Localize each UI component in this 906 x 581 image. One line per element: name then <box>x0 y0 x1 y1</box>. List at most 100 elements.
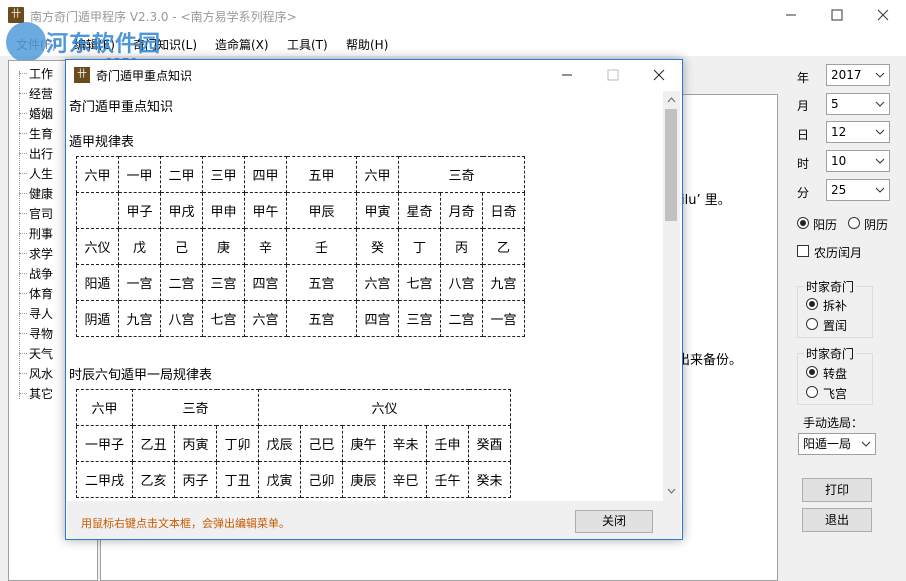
table-cell: 八宫 <box>160 300 203 337</box>
table-cell: 阳遁 <box>76 264 119 301</box>
solar-calendar-radio[interactable] <box>797 217 809 229</box>
day-select[interactable]: 12 <box>826 121 890 143</box>
leap-month-label: 农历闰月 <box>814 246 863 260</box>
chaibu-radio[interactable] <box>806 298 818 310</box>
table-cell: 四宫 <box>244 264 287 301</box>
dialog-text-area[interactable]: 奇门遁甲重点知识 遁甲规律表 六甲 一甲 二甲 三甲 四甲 五甲 六甲 三奇 甲… <box>67 91 664 501</box>
sidebar-item[interactable]: 风水 <box>19 363 53 383</box>
maximize-button[interactable] <box>814 0 860 30</box>
close-window-button[interactable] <box>860 0 906 30</box>
sidebar-item[interactable]: 刑事 <box>19 223 53 243</box>
maximize-icon <box>831 9 843 21</box>
table-cell: 四宫 <box>356 300 399 337</box>
sidebar-item[interactable]: 寻物 <box>19 323 53 343</box>
tree-connector <box>19 272 27 274</box>
menu-tools[interactable]: 工具(T) <box>287 36 328 53</box>
year-value: 2017 <box>831 68 862 82</box>
tree-connector <box>19 372 27 374</box>
print-button[interactable]: 打印 <box>802 478 872 502</box>
chevron-down-icon <box>875 158 885 164</box>
section-title: 时辰六旬遁甲一局规律表 <box>69 368 213 383</box>
table-cell: 丙寅 <box>174 425 217 462</box>
table-cell: 庚 <box>202 228 245 265</box>
sidebar-item-label: 官司 <box>29 206 54 221</box>
feigong-label: 飞宫 <box>823 387 848 401</box>
table-cell: 三奇 <box>132 389 259 426</box>
minute-select[interactable]: 25 <box>826 179 890 201</box>
scroll-down-icon[interactable] <box>667 487 676 496</box>
table-cell: 三甲 <box>202 156 245 193</box>
chaibu-label: 拆补 <box>823 299 848 313</box>
menu-zaoming[interactable]: 造命篇(X) <box>215 36 269 53</box>
exit-button[interactable]: 退出 <box>802 508 872 532</box>
sidebar-item[interactable]: 战争 <box>19 263 53 283</box>
menu-edit[interactable]: 编辑(E) <box>74 36 115 53</box>
dialog-maximize-button[interactable] <box>590 60 636 90</box>
table-row: 六甲 三奇 六仪 <box>76 389 511 426</box>
table-cell: 辛未 <box>384 425 427 462</box>
tree-connector <box>19 392 27 394</box>
zhirun-radio[interactable] <box>806 318 818 330</box>
table-cell: 甲申 <box>202 192 245 229</box>
sidebar-item[interactable]: 体育 <box>19 283 53 303</box>
year-label: 年 <box>797 71 810 85</box>
sidebar-item[interactable]: 生育 <box>19 123 53 143</box>
sidebar-item[interactable]: 出行 <box>19 143 53 163</box>
menu-file[interactable]: 文件(F) <box>16 36 56 53</box>
table-cell: 甲辰 <box>286 192 357 229</box>
sidebar-item[interactable]: 求学 <box>19 243 53 263</box>
dialog-title-bar: 卄 奇门遁甲重点知识 <box>66 60 682 90</box>
table-cell: 阴遁 <box>76 300 119 337</box>
year-select[interactable]: 2017 <box>826 64 890 86</box>
minimize-button[interactable] <box>768 0 814 30</box>
scroll-up-icon[interactable] <box>667 95 676 104</box>
sidebar-item[interactable]: 官司 <box>19 203 53 223</box>
scrollbar-thumb[interactable] <box>665 109 677 221</box>
sidebar-item[interactable]: 婚姻 <box>19 103 53 123</box>
manual-ju-select[interactable]: 阳遁一局 <box>798 433 876 455</box>
close-icon <box>653 69 665 81</box>
table-cell: 壬 <box>286 228 357 265</box>
leap-month-checkbox[interactable] <box>797 245 809 257</box>
dialog-minimize-button[interactable] <box>544 60 590 90</box>
main-title-bar: 卄 南方奇门遁甲程序 V2.3.0 - <南方易学系列程序> <box>0 0 906 30</box>
month-select[interactable]: 5 <box>826 93 890 115</box>
feigong-radio[interactable] <box>806 386 818 398</box>
sidebar-item[interactable]: 健康 <box>19 183 53 203</box>
dialog-close-text-button[interactable]: 关闭 <box>575 510 653 533</box>
zhuanpan-label: 转盘 <box>823 367 848 381</box>
sidebar-item[interactable]: 其它 <box>19 383 53 403</box>
knowledge-dialog: 卄 奇门遁甲重点知识 奇门遁甲重点知识 遁甲规律表 六甲 一甲 二甲 三甲 四甲… <box>65 59 683 540</box>
section-title: 遁甲规律表 <box>69 135 135 150</box>
sidebar-item[interactable]: 人生 <box>19 163 53 183</box>
table-cell: 甲寅 <box>356 192 399 229</box>
lunar-calendar-radio[interactable] <box>848 217 860 229</box>
tree-connector <box>19 72 27 74</box>
menu-help[interactable]: 帮助(H) <box>346 36 388 53</box>
qimen-method-group-title: 时家奇门 <box>804 278 857 295</box>
table-cell: 己卯 <box>300 461 343 498</box>
table-cell: 四甲 <box>244 156 287 193</box>
menu-qimen-knowledge[interactable]: 奇门知识(L) <box>133 36 197 53</box>
sidebar-item-label: 天气 <box>29 346 54 361</box>
tree-connector <box>19 352 27 354</box>
table-cell: 癸 <box>356 228 399 265</box>
tree-connector <box>19 92 27 94</box>
dialog-scrollbar[interactable] <box>663 91 680 501</box>
hour-select[interactable]: 10 <box>826 150 890 172</box>
sidebar-item[interactable]: 经营 <box>19 83 53 103</box>
table-cell: 七宫 <box>202 300 245 337</box>
zhuanpan-radio[interactable] <box>806 366 818 378</box>
sidebar-item[interactable]: 工作 <box>19 63 53 83</box>
tree-connector <box>19 212 27 214</box>
table-cell: 八宫 <box>440 264 483 301</box>
table-cell: 丁 <box>398 228 441 265</box>
tree-connector <box>19 292 27 294</box>
table-cell: 癸未 <box>468 461 511 498</box>
sidebar-item[interactable]: 寻人 <box>19 303 53 323</box>
dialog-close-button[interactable] <box>636 60 682 90</box>
hour-value: 10 <box>831 154 847 168</box>
sidebar-item[interactable]: 天气 <box>19 343 53 363</box>
table-row: 阳遁 一宫 二宫 三宫 四宫 五宫 六宫 七宫 八宫 九宫 <box>76 264 525 301</box>
tree-connector <box>19 332 27 334</box>
